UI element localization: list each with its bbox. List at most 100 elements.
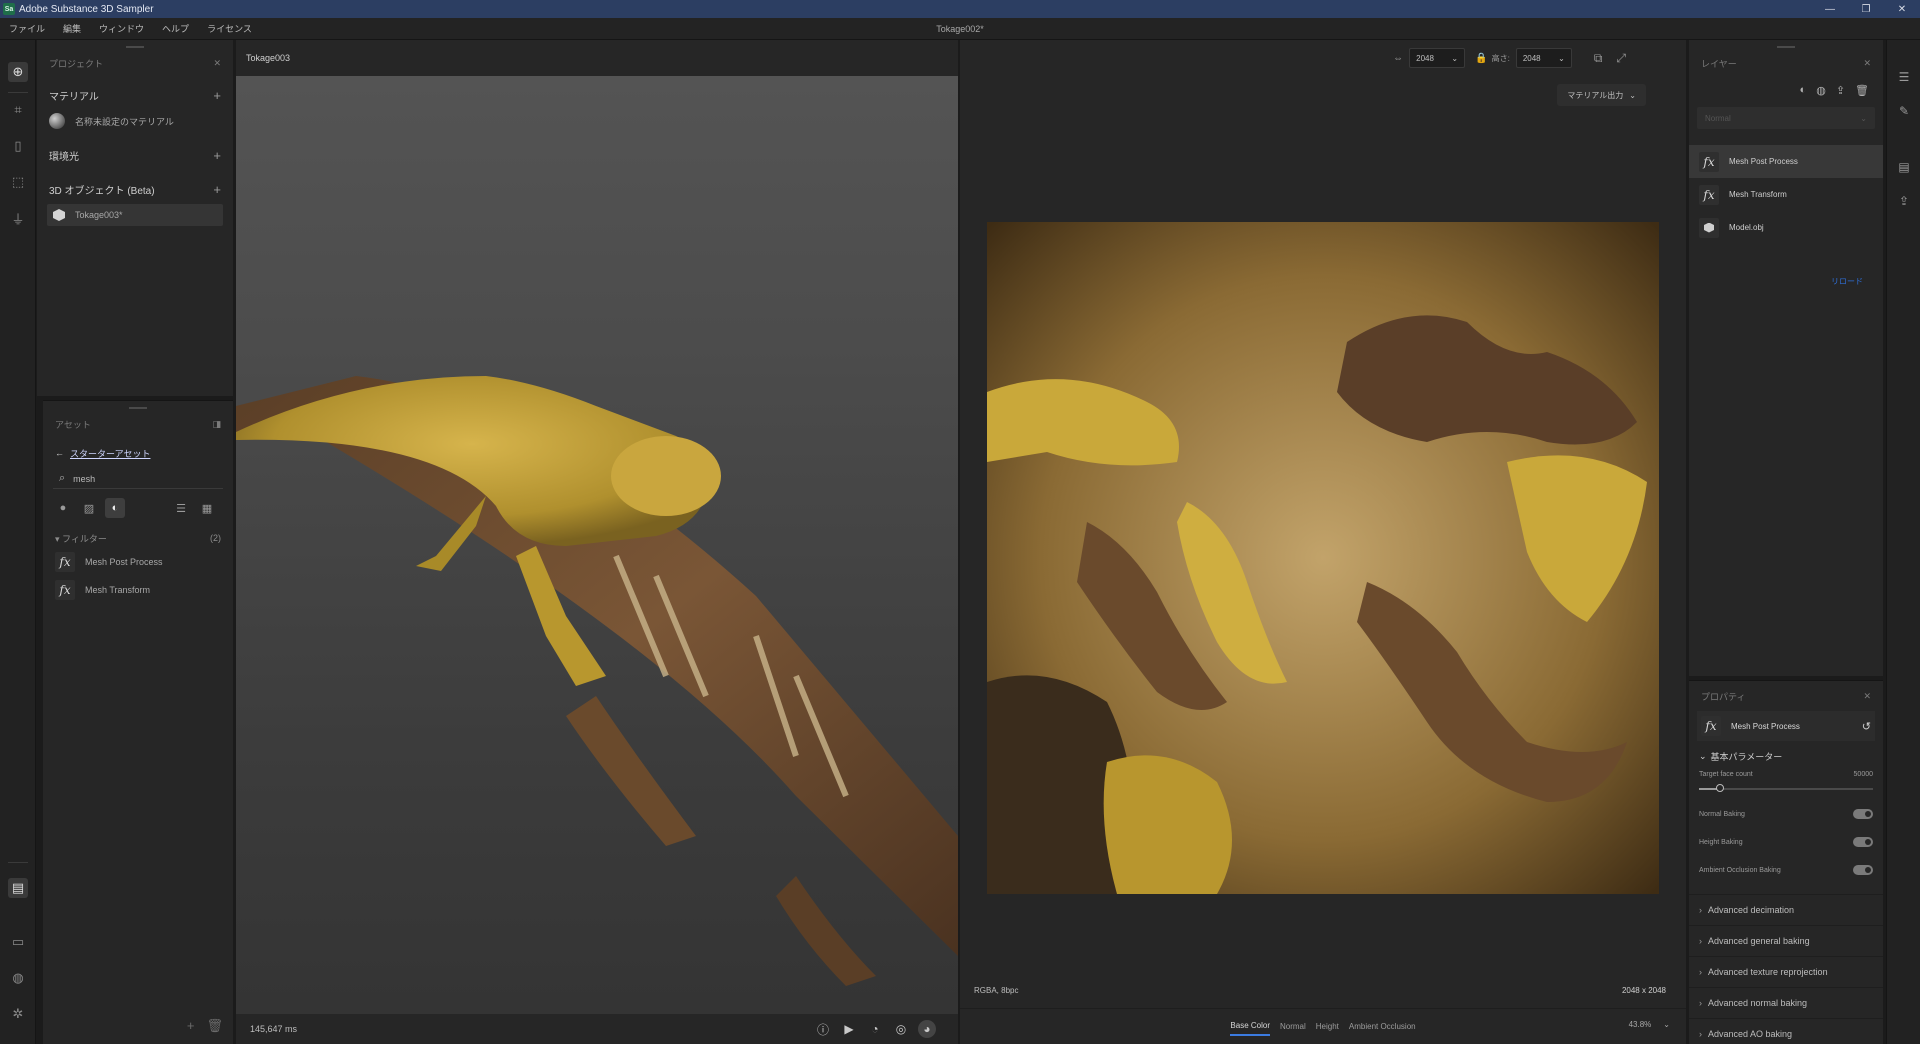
maximize-button[interactable]: ❐ (1848, 0, 1884, 18)
asset-search[interactable]: ⌕ mesh (53, 469, 223, 489)
objects-label: 3D オブジェクト (Beta) (49, 185, 155, 197)
close-icon[interactable]: ✕ (213, 58, 221, 69)
viewport-tab[interactable]: Tokage003 (236, 40, 958, 76)
basic-params-section[interactable]: ⌄ 基本パラメーター (1689, 745, 1883, 767)
advanced-normal-baking-section[interactable]: › Advanced normal baking (1689, 987, 1883, 1018)
layer-item[interactable]: fx Mesh Transform (1689, 178, 1883, 211)
tab-ambient-occlusion[interactable]: Ambient Occlusion (1349, 1018, 1416, 1035)
share-icon[interactable]: ⇪ (1895, 192, 1913, 210)
layer-item[interactable]: fx Mesh Post Process (1689, 145, 1883, 178)
object-item[interactable]: Tokage003* (47, 204, 223, 226)
cube-icon (53, 209, 65, 221)
drag-grip[interactable] (1777, 46, 1795, 48)
layer-label: Model.obj (1729, 223, 1764, 232)
grid-view-icon[interactable]: ▦ (197, 498, 217, 518)
filter-group-header[interactable]: ▾ フィルター (2) (43, 529, 233, 547)
add-environment-button[interactable]: + (213, 148, 221, 163)
comment-icon[interactable]: ▭ (8, 932, 28, 952)
compare-icon[interactable]: ⧉ (1594, 51, 1603, 66)
render-mode-icon[interactable]: ◕ (918, 1020, 936, 1038)
crop-icon[interactable]: ⌗ (8, 100, 28, 120)
document-icon[interactable]: ▤ (1895, 158, 1913, 176)
export-icon[interactable]: ⇪ (1836, 84, 1845, 97)
target-face-value[interactable]: 50000 (1854, 771, 1873, 778)
filter-type-icon[interactable]: ◐ (105, 498, 125, 518)
add-material-button[interactable]: + (213, 88, 221, 103)
sort-icon[interactable]: ☰ (171, 498, 191, 518)
reload-link[interactable]: リロード (1831, 276, 1863, 287)
blend-mode-select[interactable]: Normal ⌄ (1697, 107, 1875, 129)
layer-item[interactable]: Model.obj (1689, 211, 1883, 244)
material-item[interactable]: 名称未設定のマテリアル (37, 110, 233, 132)
minimize-button[interactable]: — (1812, 0, 1848, 18)
trash-icon[interactable]: 🗑 (1855, 84, 1869, 97)
menu-edit[interactable]: 編集 (54, 22, 90, 35)
advanced-ao-baking-section[interactable]: › Advanced AO baking (1689, 1018, 1883, 1044)
tab-base-color[interactable]: Base Color (1230, 1017, 1270, 1036)
advanced-general-baking-section[interactable]: › Advanced general baking (1689, 925, 1883, 956)
menu-license[interactable]: ライセンス (198, 22, 261, 35)
asset-item[interactable]: fx Mesh Transform (43, 577, 233, 603)
material-filter-icon[interactable]: ● (53, 498, 73, 518)
assets-icon[interactable]: ▤ (8, 878, 28, 898)
app-logo: Sa (3, 3, 15, 15)
plus-circle-icon[interactable]: ⊕ (8, 62, 28, 82)
ao-baking-toggle[interactable] (1853, 865, 1873, 875)
menu-file[interactable]: ファイル (0, 22, 54, 35)
width-select[interactable]: 2048 ⌄ (1409, 48, 1466, 68)
add-icon[interactable]: + (187, 1018, 195, 1034)
tab-normal[interactable]: Normal (1280, 1018, 1306, 1035)
patch-icon[interactable]: ▯ (8, 136, 28, 156)
settings-icon[interactable]: ✲ (8, 1004, 28, 1024)
drag-grip[interactable] (126, 46, 144, 48)
texture-preview[interactable] (987, 222, 1659, 894)
height-select[interactable]: 2048 ⌄ (1515, 48, 1572, 68)
menu-window[interactable]: ウィンドウ (90, 22, 153, 35)
fx-icon: fx (55, 580, 75, 600)
starter-assets-link[interactable]: ← スターターアセット (43, 443, 233, 463)
objects-section[interactable]: 3D オブジェクト (Beta) + (37, 178, 233, 200)
layers-icon[interactable]: ☰ (1895, 68, 1913, 86)
transform-icon[interactable]: ⬚ (8, 172, 28, 192)
height-baking-toggle[interactable] (1853, 837, 1873, 847)
search-input[interactable]: mesh (73, 474, 95, 484)
project-panel: プロジェクト ✕ マテリアル + 名称未設定のマテリアル 環境光 + 3D オブ… (37, 40, 233, 396)
brush-icon[interactable]: ✎ (1895, 102, 1913, 120)
info-icon[interactable]: ⓘ (814, 1020, 832, 1038)
fx-icon: fx (1701, 716, 1721, 736)
lock-icon[interactable]: 🔒 (1475, 53, 1487, 64)
advanced-decimation-section[interactable]: › Advanced decimation (1689, 894, 1883, 925)
stamp-icon[interactable]: ⏚ (8, 208, 28, 228)
material-export-button[interactable]: マテリアル出力 ⌄ (1557, 84, 1646, 106)
3d-viewport[interactable]: Tokage003 145,647 ms ⓘ ▶ ◔ ◎ ◕ (236, 40, 958, 1044)
close-icon[interactable]: ✕ (1863, 58, 1871, 69)
panel-toggle-icon[interactable]: ◨ (212, 419, 221, 430)
tool-separator (8, 92, 28, 93)
reset-icon[interactable]: ↺ (1862, 720, 1871, 733)
fill-icon[interactable]: ◍ (1816, 84, 1826, 97)
menu-help[interactable]: ヘルプ (153, 22, 198, 35)
normal-baking-toggle[interactable] (1853, 809, 1873, 819)
drag-grip[interactable] (129, 407, 147, 409)
asset-item[interactable]: fx Mesh Post Process (43, 549, 233, 575)
target-face-slider[interactable] (1699, 784, 1873, 794)
close-window-button[interactable]: ✕ (1884, 0, 1920, 18)
advanced-texture-reprojection-section[interactable]: › Advanced texture reprojection (1689, 956, 1883, 987)
zoom-control[interactable]: 43.8% ⌄ (1629, 1020, 1670, 1029)
environment-section[interactable]: 環境光 + (37, 144, 233, 166)
slider-knob[interactable] (1715, 784, 1724, 792)
materials-icon[interactable]: ◍ (8, 968, 28, 988)
add-object-button[interactable]: + (213, 182, 221, 197)
section-label: 基本パラメーター (1710, 751, 1783, 762)
camera-icon[interactable]: ▶ (840, 1020, 858, 1038)
mask-icon[interactable]: ◐ (1800, 84, 1807, 97)
close-icon[interactable]: ✕ (1863, 691, 1871, 702)
environment-icon[interactable]: ◎ (892, 1020, 910, 1038)
materials-section[interactable]: マテリアル + (37, 84, 233, 106)
tab-height[interactable]: Height (1316, 1018, 1339, 1035)
image-filter-icon[interactable]: ▨ (79, 498, 99, 518)
light-icon[interactable]: ◔ (866, 1020, 884, 1038)
base-color-texture (987, 222, 1659, 894)
trash-icon[interactable]: 🗑 (206, 1018, 223, 1034)
expand-icon[interactable]: ⤢ (1616, 51, 1626, 66)
